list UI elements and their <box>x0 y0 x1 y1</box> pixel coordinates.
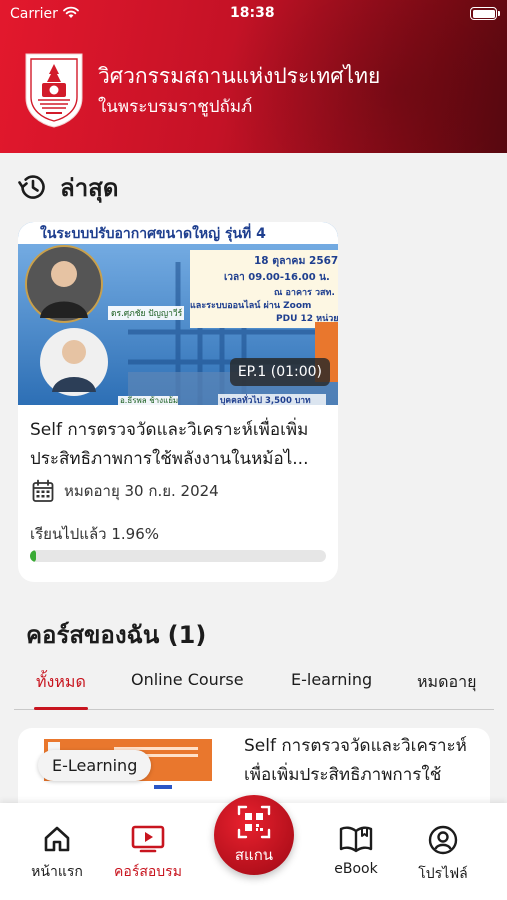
battery-icon <box>470 7 500 20</box>
clock: 18:38 <box>230 5 275 21</box>
progress-bar <box>30 550 326 562</box>
thumb-speaker1: ดร.ศุภชัย ปัญญาวีร์ <box>111 308 183 319</box>
status-bar: Carrier 18:38 <box>0 0 507 30</box>
tab-online-course[interactable]: Online Course <box>131 670 244 689</box>
history-icon <box>18 175 45 199</box>
thumb-banner-text: ในระบบปรับอากาศขนาดใหญ่ รุ่นที่ 4 <box>40 223 266 242</box>
qr-scan-icon <box>237 805 271 839</box>
calendar-icon <box>32 479 54 502</box>
open-book-icon <box>339 826 373 853</box>
thumb-online: และระบบออนไลน์ ผ่าน Zoom <box>190 299 311 311</box>
latest-section-header: ล่าสุด <box>16 171 118 203</box>
tab-all[interactable]: ทั้งหมด <box>36 670 86 695</box>
course-type-badge: E-Learning <box>38 750 152 781</box>
nav-home-label: หน้าแรก <box>31 864 83 880</box>
expiry-date: หมดอายุ 30 ก.ย. 2024 <box>64 482 219 500</box>
progress-fill <box>30 550 36 562</box>
active-tab-indicator <box>34 707 88 710</box>
org-subtitle: ในพระบรมราชูปถัมภ์ <box>98 97 253 117</box>
my-courses-heading: คอร์สของฉัน (1) <box>26 621 207 649</box>
wifi-icon <box>63 6 79 18</box>
user-circle-icon <box>428 825 458 855</box>
institution-logo <box>25 53 83 128</box>
thumb-speaker2: อ.ธีรพล ช้างแย้ม <box>120 396 178 405</box>
course-title[interactable]: Self การตรวจวัดและวิเคราะห์เพื่อเพิ่มประ… <box>30 416 330 474</box>
nav-courses[interactable]: คอร์สอบรม <box>103 825 193 883</box>
nav-profile-label: โปรไฟล์ <box>418 866 468 882</box>
thumb-time: เวลา 09.00-16.00 น. <box>224 272 330 283</box>
thumb-place: ณ อาคาร วสท. <box>274 288 335 298</box>
tab-expired[interactable]: หมดอายุ <box>417 670 476 695</box>
course-tabs: ทั้งหมด Online Course E-learning หมดอายุ <box>14 658 494 710</box>
carrier-label: Carrier <box>10 6 58 22</box>
nav-courses-label: คอร์สอบรม <box>114 864 182 880</box>
nav-ebook[interactable]: eBook <box>311 825 401 877</box>
thumb-pdu: PDU 12 หน่วย <box>276 313 338 324</box>
scan-label: สแกน <box>234 846 274 864</box>
org-title: วิศวกรรมสถานแห่งประเทศไทย <box>98 64 381 88</box>
thumb-date: 18 ตุลาคม 2567 <box>254 255 338 268</box>
nav-ebook-label: eBook <box>334 861 378 877</box>
progress-label: เรียนไปแล้ว 1.96% <box>30 525 159 543</box>
nav-home[interactable]: หน้าแรก <box>12 825 102 883</box>
latest-course-card[interactable]: ในระบบปรับอากาศขนาดใหญ่ รุ่นที่ 4 18 ตุล… <box>18 222 338 582</box>
main-content[interactable]: ล่าสุด ในระบบปรับอากาศขนาดใหญ่ รุ่นที่ 4… <box>0 153 507 803</box>
episode-badge: EP.1 (01:00) <box>229 358 330 386</box>
home-icon <box>44 826 70 852</box>
scan-button[interactable]: สแกน <box>214 795 294 875</box>
expiry-row: หมดอายุ 30 ก.ย. 2024 <box>32 479 219 503</box>
latest-heading: ล่าสุด <box>60 173 119 202</box>
app-header: Carrier 18:38 วิศวกรรมสถานแห่งประเทศไทย … <box>0 0 507 153</box>
course-item-title[interactable]: Self การตรวจวัดและวิเคราะห์เพื่อเพิ่มประ… <box>244 732 484 790</box>
tab-e-learning[interactable]: E-learning <box>291 670 372 689</box>
nav-profile[interactable]: โปรไฟล์ <box>398 825 488 885</box>
play-screen-icon <box>131 825 165 853</box>
course-list-item[interactable]: E-Learning Self การตรวจวัดและวิเคราะห์เพ… <box>18 728 490 803</box>
